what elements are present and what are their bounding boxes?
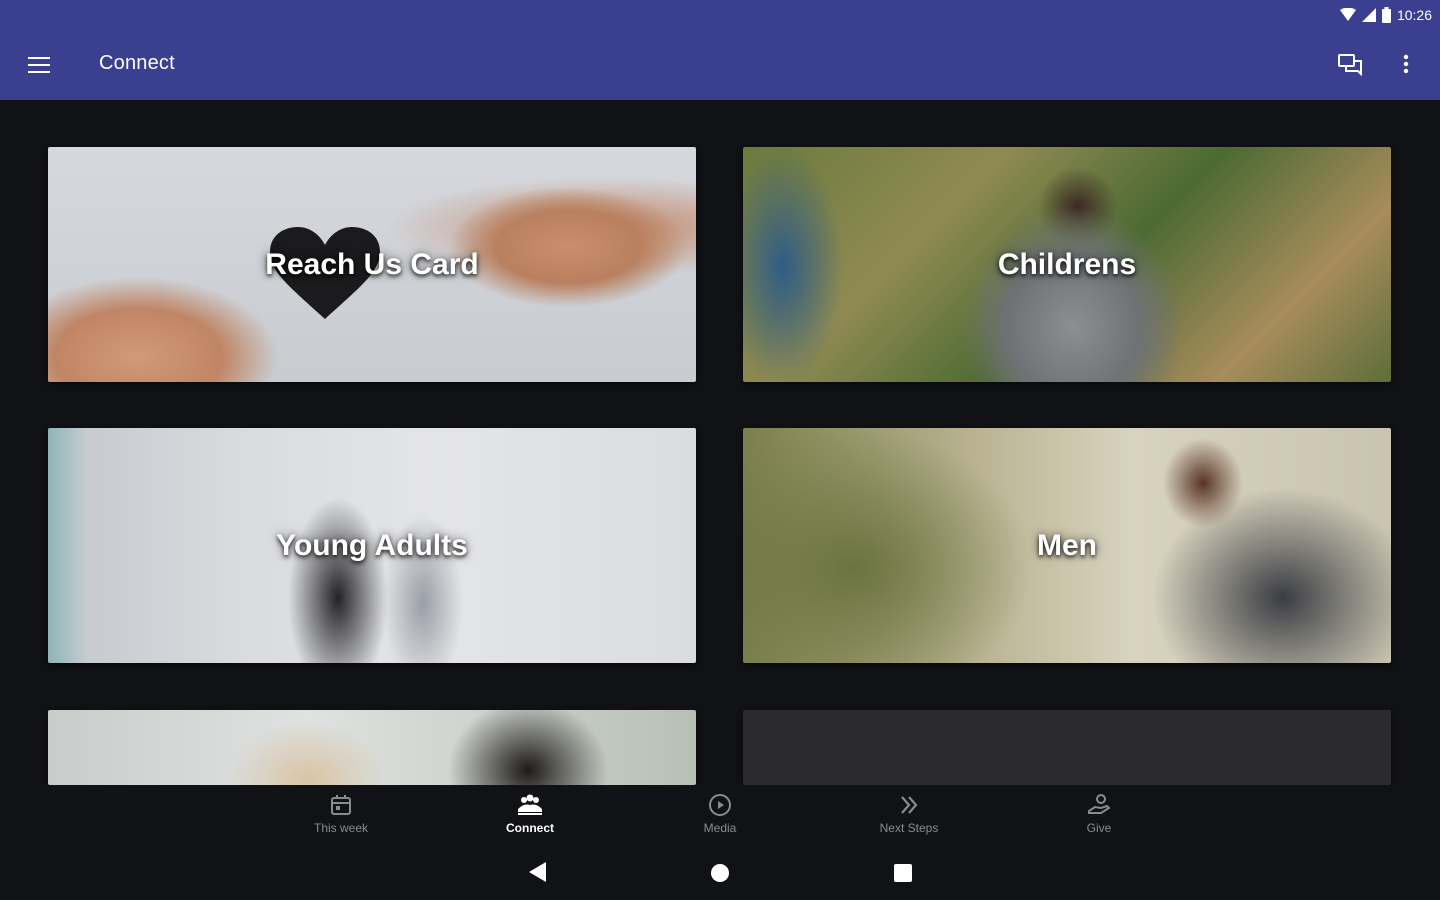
double-chevron-icon bbox=[901, 796, 918, 814]
wifi-icon bbox=[1339, 8, 1356, 21]
battery-icon bbox=[1381, 7, 1391, 23]
tile-men[interactable]: Men bbox=[743, 428, 1391, 663]
tile-partial-right[interactable] bbox=[743, 710, 1391, 785]
tile-label: Men bbox=[1037, 528, 1097, 562]
back-icon[interactable] bbox=[528, 861, 548, 883]
nav-connect[interactable]: Connect bbox=[470, 793, 590, 843]
nav-give[interactable]: Give bbox=[1039, 793, 1159, 843]
calendar-icon bbox=[331, 795, 351, 815]
tile-label: Childrens bbox=[997, 247, 1137, 281]
tile-reach-us-card[interactable]: Reach Us Card bbox=[48, 147, 696, 382]
home-icon[interactable] bbox=[710, 861, 730, 883]
nav-media[interactable]: Media bbox=[660, 793, 780, 843]
recents-icon[interactable] bbox=[893, 861, 913, 883]
people-icon bbox=[518, 794, 542, 815]
nav-label: Connect bbox=[506, 821, 554, 835]
tile-label: Young Adults bbox=[276, 528, 468, 562]
status-bar: 10:26 bbox=[0, 0, 1440, 30]
give-hand-icon bbox=[1088, 794, 1111, 814]
tile-partial-left[interactable] bbox=[48, 710, 696, 785]
tile-young-adults[interactable]: Young Adults bbox=[48, 428, 696, 663]
bottom-navigation: This week Connect Media Next Steps Give bbox=[0, 785, 1440, 845]
nav-label: This week bbox=[313, 821, 369, 835]
nav-this-week[interactable]: This week bbox=[281, 793, 401, 843]
app-bar: Connect bbox=[0, 30, 1440, 100]
status-time: 10:26 bbox=[1396, 7, 1432, 23]
tile-childrens[interactable]: Childrens bbox=[743, 147, 1391, 382]
page-title: Connect bbox=[99, 52, 175, 74]
more-vert-icon[interactable] bbox=[1392, 50, 1420, 78]
nav-next-steps[interactable]: Next Steps bbox=[849, 793, 969, 843]
tile-label: Reach Us Card bbox=[265, 247, 479, 281]
nav-label: Media bbox=[703, 821, 737, 835]
system-navigation-bar bbox=[0, 845, 1440, 900]
chat-icon[interactable] bbox=[1336, 50, 1364, 78]
nav-label: Give bbox=[1086, 821, 1112, 835]
nav-label: Next Steps bbox=[879, 821, 939, 835]
cell-signal-icon bbox=[1361, 8, 1376, 22]
play-circle-icon bbox=[709, 794, 731, 816]
content-grid: Reach Us Card Childrens Young Adults Men bbox=[0, 100, 1440, 785]
menu-icon[interactable] bbox=[28, 52, 54, 78]
